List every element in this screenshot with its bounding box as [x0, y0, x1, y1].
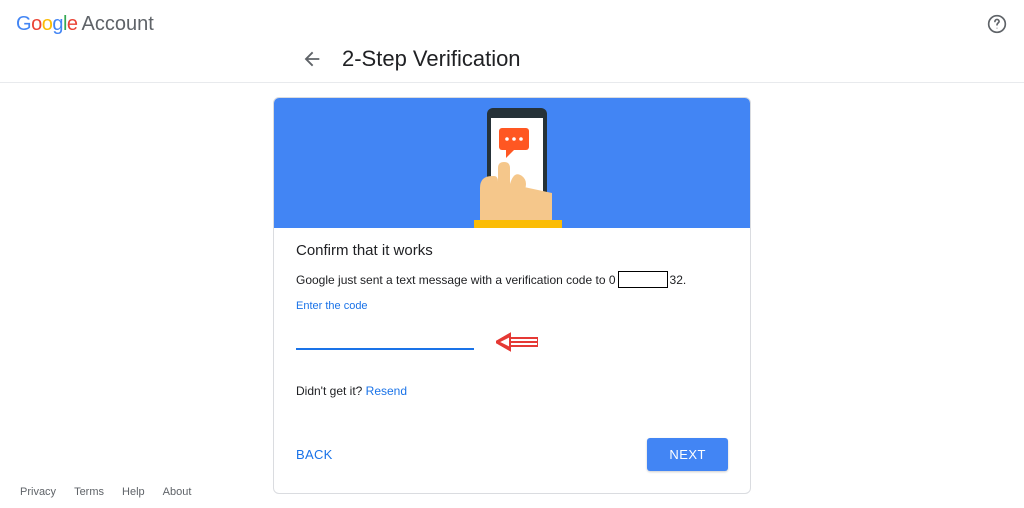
footer-help[interactable]: Help: [122, 486, 145, 498]
google-logo: Google: [16, 13, 78, 36]
brand-suffix: Account: [82, 13, 154, 36]
brand: Google Account: [16, 13, 154, 36]
help-icon[interactable]: [986, 13, 1008, 35]
card-content: Confirm that it works Google just sent a…: [274, 228, 750, 493]
divider: [0, 82, 1024, 83]
enter-code-label: Enter the code: [296, 300, 728, 312]
code-input-row: [296, 330, 728, 354]
back-arrow-icon[interactable]: [300, 47, 324, 71]
annotation-arrow-icon: [496, 330, 538, 354]
sent-pre: Google just sent a text message with a v…: [296, 273, 616, 287]
title-row: 2-Step Verification: [0, 40, 1024, 78]
footer-privacy[interactable]: Privacy: [20, 486, 56, 498]
didnt-text: Didn't get it?: [296, 384, 366, 398]
card-heading: Confirm that it works: [296, 242, 728, 259]
footer: Privacy Terms Help About: [20, 486, 191, 498]
resend-link[interactable]: Resend: [366, 384, 407, 398]
sent-post: 32.: [670, 273, 687, 287]
code-input[interactable]: [296, 334, 474, 350]
illustration: [274, 98, 750, 228]
footer-terms[interactable]: Terms: [74, 486, 104, 498]
page-title: 2-Step Verification: [342, 46, 521, 72]
next-button[interactable]: NEXT: [647, 438, 728, 471]
footer-about[interactable]: About: [163, 486, 192, 498]
didnt-get-it: Didn't get it? Resend: [296, 384, 728, 398]
verification-card: Confirm that it works Google just sent a…: [273, 97, 751, 494]
sent-message: Google just sent a text message with a v…: [296, 271, 728, 288]
phone-masked-box: [618, 271, 668, 288]
back-button[interactable]: BACK: [296, 447, 333, 462]
button-row: BACK NEXT: [296, 438, 728, 471]
